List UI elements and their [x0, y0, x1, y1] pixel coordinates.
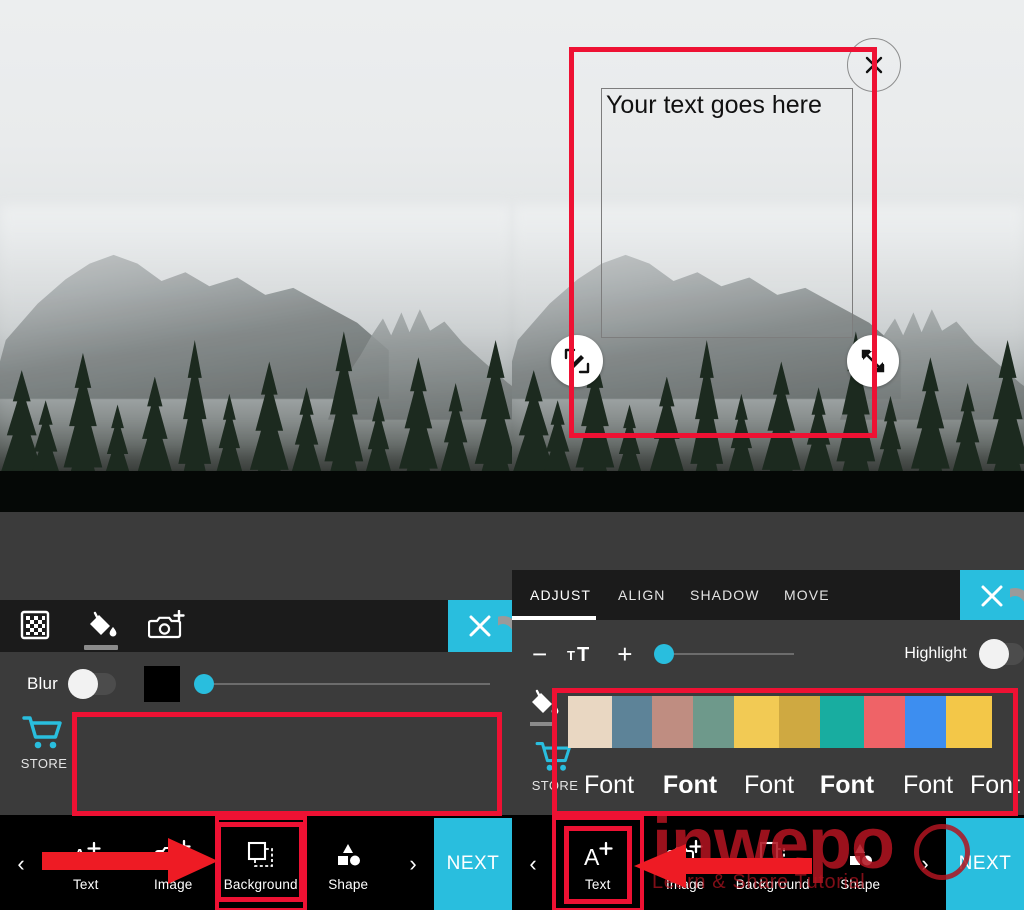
left-panel: Blur STORE ‹ Text Image Background Shape…: [0, 0, 512, 910]
color-swatch-0[interactable]: [568, 696, 612, 748]
text-color-bucket-button[interactable]: [526, 688, 560, 726]
paint-bucket-icon: [532, 689, 559, 715]
tab-adjust[interactable]: ADJUST: [530, 570, 591, 620]
active-underline: [84, 645, 118, 650]
color-swatch-8[interactable]: [905, 696, 946, 748]
increase-font-size-button[interactable]: +: [617, 641, 632, 667]
nav-next-chevron-button[interactable]: ›: [392, 818, 434, 910]
font-option-3[interactable]: Font: [808, 771, 886, 800]
camera-add-icon[interactable]: [148, 610, 186, 642]
background-source-icons: [16, 610, 186, 650]
svg-text:T: T: [567, 648, 575, 663]
tab-move[interactable]: MOVE: [784, 570, 830, 620]
svg-text:A: A: [584, 844, 600, 870]
color-swatch-3[interactable]: [693, 696, 734, 748]
nav-label-text: Text: [584, 877, 611, 892]
font-option-4[interactable]: Font: [886, 771, 970, 800]
decrease-font-size-button[interactable]: −: [532, 641, 547, 667]
resize-handle[interactable]: [847, 335, 899, 387]
next-button[interactable]: NEXT: [434, 818, 512, 910]
background-tool-body: Blur STORE: [0, 652, 512, 815]
font-option-2[interactable]: Font: [730, 771, 808, 800]
nav-item-background[interactable]: Background: [215, 816, 307, 910]
color-swatch-1[interactable]: [612, 696, 652, 748]
text-color-palette[interactable]: [568, 696, 1018, 748]
photo-bottom-fade: [512, 471, 1024, 512]
font-size-icon: T T: [567, 642, 597, 666]
font-option-5[interactable]: Font: [970, 771, 1024, 800]
font-size-slider[interactable]: [654, 644, 795, 664]
shapes-icon: [843, 836, 877, 874]
color-swatch-4[interactable]: [734, 696, 779, 748]
font-option-0[interactable]: Font: [568, 771, 650, 800]
annotation-arrow-right: [42, 838, 218, 884]
paint-bucket-icon[interactable]: [82, 610, 120, 650]
right-canvas-photo[interactable]: Your text goes here: [512, 0, 1024, 512]
svg-text:T: T: [577, 644, 589, 666]
highlight-toggle[interactable]: [978, 639, 1024, 669]
nav-label-shape: Shape: [328, 877, 369, 892]
blur-toggle[interactable]: [68, 669, 117, 699]
nav-item-text[interactable]: A Text: [552, 816, 644, 910]
left-canvas-photo[interactable]: [0, 0, 512, 512]
highlight-label: Highlight: [904, 645, 967, 662]
color-swatch-2[interactable]: [652, 696, 693, 748]
text-object-bounding-box[interactable]: Your text goes here: [601, 88, 853, 338]
color-swatch-9[interactable]: [946, 696, 992, 748]
nav-prev-button[interactable]: ‹: [0, 818, 42, 910]
color-swatch-5[interactable]: [779, 696, 820, 748]
edit-handle[interactable]: [551, 335, 603, 387]
font-size-row: − T T + Highlight: [512, 632, 1024, 676]
text-object-value: Your text goes here: [606, 91, 822, 119]
screenshot-root: Blur STORE ‹ Text Image Background Shape…: [0, 0, 1024, 910]
nav-item-shape[interactable]: Shape: [305, 818, 393, 910]
blur-label: Blur: [27, 674, 59, 693]
tab-align[interactable]: ALIGN: [618, 570, 666, 620]
shapes-icon: [331, 836, 365, 874]
blur-row: Blur: [0, 662, 512, 706]
nav-label-background: Background: [223, 877, 298, 892]
annotation-arrow-left: [634, 844, 812, 888]
background-layers-icon: [244, 836, 278, 874]
background-color-swatch[interactable]: [144, 666, 181, 702]
shopping-cart-icon: [22, 716, 62, 749]
right-canvas-gap: [512, 512, 1024, 570]
color-swatch-7[interactable]: [864, 696, 905, 748]
text-tool-tabbar: ADJUST ALIGN SHADOW MOVE: [512, 570, 1024, 644]
delete-handle[interactable]: [847, 38, 901, 92]
opacity-slider[interactable]: [194, 674, 490, 694]
tab-shadow[interactable]: SHADOW: [690, 570, 760, 620]
nav-item-shape[interactable]: Shape: [817, 818, 905, 910]
color-swatch-6[interactable]: [820, 696, 864, 748]
background-tool-topbar: [0, 600, 512, 672]
store-button[interactable]: STORE: [9, 714, 79, 771]
font-option-1[interactable]: Font: [650, 771, 730, 800]
store-label: STORE: [20, 756, 68, 771]
right-panel: Your text goes here ADJUST ALIGN SHADOW …: [512, 0, 1024, 910]
transparency-grid-icon[interactable]: [16, 610, 54, 640]
watermark-compass-ring: [914, 824, 970, 880]
text-add-icon: A: [581, 836, 615, 874]
nav-label-shape: Shape: [840, 877, 881, 892]
photo-bottom-fade: [0, 471, 512, 512]
left-canvas-gap: [0, 512, 512, 600]
font-family-strip[interactable]: Font Font Font Font Font Font: [568, 762, 1024, 808]
nav-prev-button[interactable]: ‹: [512, 818, 554, 910]
